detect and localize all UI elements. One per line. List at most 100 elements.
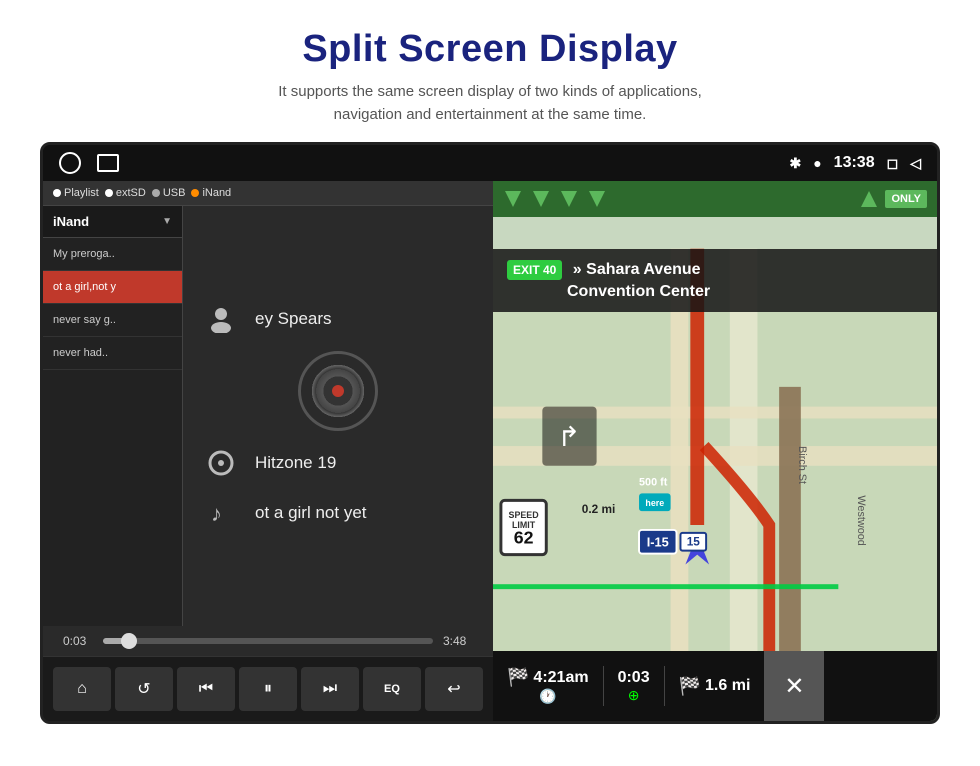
dot-extsd: [105, 189, 113, 197]
nav-distance: 1.6 mi: [705, 677, 750, 695]
svg-text:Westwood: Westwood: [855, 495, 867, 545]
music-panel: Playlist extSD USB iNand: [43, 181, 493, 721]
nav-duration-icon: ⊕: [628, 687, 640, 704]
home-button[interactable]: ⌂: [53, 667, 111, 711]
svg-text:↱: ↱: [557, 421, 580, 452]
music-note-icon: ♪: [203, 495, 239, 531]
dot-usb: [152, 189, 160, 197]
playlist-item-2-text: never say g..: [53, 314, 172, 326]
svg-text:I-15: I-15: [647, 535, 669, 550]
dot-playlist: [53, 189, 61, 197]
back-button[interactable]: ↩: [425, 667, 483, 711]
home-circle-icon: [59, 152, 81, 174]
song-name: ot a girl not yet: [255, 503, 367, 523]
person-icon: [203, 301, 239, 337]
exit-banner: EXIT 40 » Sahara Avenue Convention Cente…: [493, 249, 937, 312]
svg-text:62: 62: [514, 528, 534, 548]
source-playlist-label: Playlist: [64, 187, 99, 199]
back-icon: ◁: [910, 155, 921, 172]
music-info: ey Spears Hitzone 19 ♪ ot a girl not: [183, 206, 493, 626]
time-total: 3:48: [443, 634, 473, 648]
nav-panel: Birch St Westwood SPEED LIMIT 62 here 0.…: [493, 181, 937, 721]
svg-text:here: here: [645, 498, 664, 508]
time-current: 0:03: [63, 634, 93, 648]
playlist-sidebar: iNand ▼ My preroga.. ot a girl,not y nev…: [43, 206, 183, 626]
svg-text:15: 15: [687, 535, 701, 549]
device-frame: ✱ ● 13:38 ◻ ◁ Playlist extSD: [40, 142, 940, 724]
map-background: Birch St Westwood SPEED LIMIT 62 here 0.…: [493, 181, 937, 721]
cd-disc: [298, 351, 378, 431]
control-bar: ⌂ ↺ ⏮ ⏸ ⏭ EQ ↩: [43, 656, 493, 721]
exit-banner-text: EXIT 40 » Sahara Avenue Convention Cente…: [507, 259, 923, 302]
album-name: Hitzone 19: [255, 453, 336, 473]
next-button[interactable]: ⏭: [301, 667, 359, 711]
artist-row: ey Spears: [203, 301, 473, 337]
source-extsd[interactable]: extSD: [105, 187, 146, 199]
disc-icon: [203, 445, 239, 481]
nav-distance-item: 🏁 1.6 mi: [665, 676, 765, 697]
playlist-item-active-text: ot a girl,not y: [53, 281, 172, 293]
pause-button[interactable]: ⏸: [239, 667, 297, 711]
music-main: iNand ▼ My preroga.. ot a girl,not y nev…: [43, 206, 493, 626]
source-playlist[interactable]: Playlist: [53, 187, 99, 199]
checkered-flag-icon-2: 🏁: [679, 676, 701, 697]
image-icon: [97, 154, 119, 172]
nav-eta-item: 🏁 4:21am 🕐: [493, 667, 603, 705]
source-bar: Playlist extSD USB iNand: [43, 181, 493, 206]
page-subtitle: It supports the same screen display of t…: [20, 81, 960, 126]
playlist-item-active[interactable]: ot a girl,not y: [43, 271, 182, 304]
checkered-flag-icon: 🏁: [507, 667, 529, 688]
playlist-header[interactable]: iNand ▼: [43, 206, 182, 238]
source-usb[interactable]: USB: [152, 187, 186, 199]
dot-inand: [191, 189, 199, 197]
eq-button[interactable]: EQ: [363, 667, 421, 711]
progress-thumb[interactable]: [121, 633, 137, 649]
distance-icon-row: 🏁 1.6 mi: [679, 676, 751, 697]
status-left: [59, 152, 119, 174]
window-icon: ◻: [887, 155, 899, 172]
playlist-item-text: My preroga..: [53, 248, 172, 260]
nav-duration: 0:03: [618, 669, 650, 687]
playlist-item-3-text: never had..: [53, 347, 172, 359]
progress-section: 0:03 3:48: [43, 626, 493, 656]
repeat-button[interactable]: ↺: [115, 667, 173, 711]
album-row: Hitzone 19: [203, 445, 473, 481]
location-icon: ●: [813, 155, 821, 171]
svg-text:500 ft: 500 ft: [639, 477, 668, 489]
progress-bar[interactable]: [103, 638, 433, 644]
status-time: 13:38: [834, 154, 875, 172]
svg-text:Birch St: Birch St: [796, 446, 808, 484]
playlist-item-2[interactable]: never say g..: [43, 304, 182, 337]
status-right: ✱ ● 13:38 ◻ ◁: [789, 154, 921, 172]
main-content: Playlist extSD USB iNand: [43, 181, 937, 721]
nav-close-button[interactable]: ✕: [764, 651, 824, 721]
source-usb-label: USB: [163, 187, 186, 199]
svg-text:SPEED: SPEED: [509, 510, 540, 520]
source-extsd-label: extSD: [116, 187, 146, 199]
song-row: ♪ ot a girl not yet: [203, 495, 473, 531]
only-badge: ONLY: [885, 190, 927, 208]
eta-value: 4:21am: [533, 669, 588, 687]
playlist-item-3[interactable]: never had..: [43, 337, 182, 370]
close-icon: ✕: [784, 672, 804, 701]
status-bar: ✱ ● 13:38 ◻ ◁: [43, 145, 937, 181]
bluetooth-icon: ✱: [789, 155, 801, 172]
progress-row: 0:03 3:48: [63, 634, 473, 648]
artist-name: ey Spears: [255, 309, 332, 329]
playlist-item[interactable]: My preroga..: [43, 238, 182, 271]
nav-bottom-bar: 🏁 4:21am 🕐 0:03 ⊕ 🏁 1.6 mi: [493, 651, 937, 721]
source-inand-label: iNand: [202, 187, 231, 199]
clock-icon: 🕐: [539, 688, 556, 705]
page-header: Split Screen Display It supports the sam…: [0, 0, 980, 142]
source-inand[interactable]: iNand: [191, 187, 231, 199]
nav-duration-item: 0:03 ⊕: [604, 669, 664, 704]
eta-icon-row: 🏁 4:21am: [507, 667, 589, 688]
highway-sign: ONLY: [493, 181, 937, 217]
prev-button[interactable]: ⏮: [177, 667, 235, 711]
svg-text:0.2 mi: 0.2 mi: [582, 502, 616, 516]
svg-text:♪: ♪: [211, 501, 222, 526]
page-title: Split Screen Display: [20, 28, 960, 71]
chevron-down-icon: ▼: [162, 216, 172, 227]
exit-badge: EXIT 40: [507, 260, 562, 280]
playlist-header-text: iNand: [53, 214, 89, 229]
